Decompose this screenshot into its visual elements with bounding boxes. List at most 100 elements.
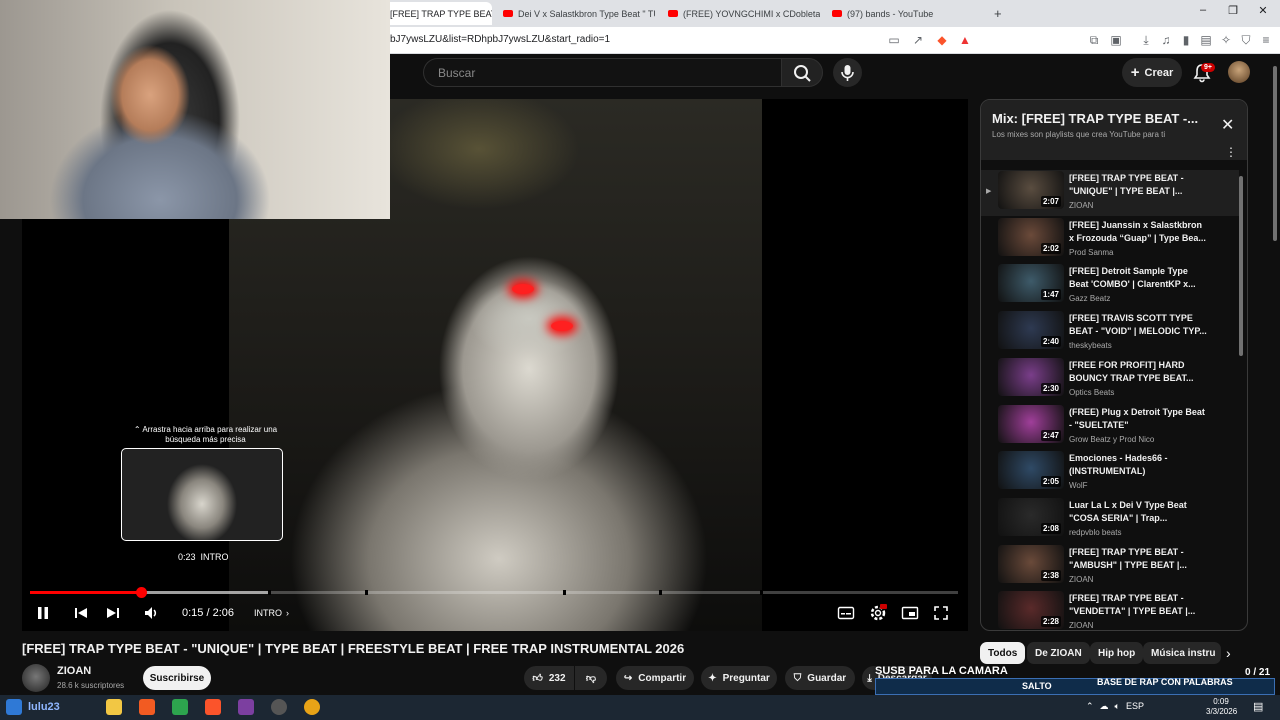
counter: 0 / 21 bbox=[1245, 667, 1271, 678]
create-button[interactable]: + Crear bbox=[1122, 58, 1182, 87]
next-icon[interactable] bbox=[105, 605, 121, 621]
close-window-button[interactable]: ✕ bbox=[1253, 4, 1273, 17]
fullscreen-icon[interactable] bbox=[933, 605, 949, 621]
music-icon[interactable]: ♫ bbox=[1158, 32, 1174, 48]
playlist-thumbnail[interactable]: 2:30 bbox=[998, 357, 1064, 396]
notifications-icon[interactable]: ▤ bbox=[1253, 700, 1263, 713]
playlist-item[interactable]: 2:40 [FREE] TRAVIS SCOTT TYPE BEAT - "VOI… bbox=[981, 310, 1239, 356]
playlist-item-title[interactable]: (FREE) Plug x Detroit Type Beat - "SUELT… bbox=[1069, 406, 1209, 432]
brave-shield-icon[interactable]: ◆ bbox=[934, 32, 950, 48]
volume-icon[interactable] bbox=[143, 605, 159, 621]
subtitles-icon[interactable] bbox=[837, 605, 855, 621]
voice-search-button[interactable] bbox=[833, 58, 862, 87]
file-explorer-icon[interactable] bbox=[106, 699, 122, 715]
vpn-icon[interactable]: ⛉ bbox=[1238, 32, 1254, 48]
volume-tray-icon[interactable]: 🔈︎ bbox=[1115, 701, 1120, 712]
lang-indicator[interactable]: ESP bbox=[1126, 701, 1144, 712]
windows-start-icon[interactable] bbox=[6, 699, 22, 715]
maximize-button[interactable]: ❐ bbox=[1223, 4, 1243, 17]
channel-name[interactable]: ZIOAN bbox=[57, 665, 91, 677]
minimize-button[interactable]: – bbox=[1193, 4, 1213, 16]
like-button[interactable]: 👍︎ 232 bbox=[524, 666, 574, 690]
playlist-item[interactable]: 2:47 (FREE) Plug x Detroit Type Beat - "S… bbox=[981, 404, 1239, 450]
menu-icon[interactable]: ≡ bbox=[1258, 32, 1274, 48]
tab-label: Dei V x Salastkbron Type Beat " TU S bbox=[518, 8, 655, 19]
avatar[interactable] bbox=[1228, 61, 1250, 83]
url-field[interactable]: bJ7ywsLZU&list=RDhpbJ7ywsLZU&start_radio… bbox=[390, 34, 610, 45]
playlist-thumbnail[interactable]: 2:07 bbox=[998, 171, 1064, 209]
search-button[interactable] bbox=[781, 58, 823, 87]
playlist-thumbnail[interactable]: 2:38 bbox=[998, 544, 1064, 583]
wallet2-icon[interactable]: ▤ bbox=[1198, 32, 1214, 48]
extensions-icon[interactable]: ⧉ bbox=[1086, 32, 1102, 48]
download-icon[interactable]: ⤓ bbox=[1138, 32, 1154, 48]
playlist-thumbnail[interactable]: 1:47 bbox=[998, 264, 1064, 303]
chip-musica[interactable]: Música instru bbox=[1143, 642, 1221, 664]
obs-icon[interactable] bbox=[271, 699, 287, 715]
dislike-button[interactable]: 👎︎ bbox=[575, 666, 607, 690]
settings-icon[interactable] bbox=[869, 604, 887, 622]
playlist-item[interactable]: 2:38 [FREE] TRAP TYPE BEAT - "AMBUSH" | T… bbox=[981, 544, 1239, 590]
playlist-item[interactable]: 2:08 Luar La L x Dei V Type Beat "COSA SE… bbox=[981, 497, 1239, 543]
wallet-icon[interactable]: ▣ bbox=[1108, 32, 1124, 48]
playlist-item-title[interactable]: [FREE] TRAVIS SCOTT TYPE BEAT - "VOID" |… bbox=[1069, 312, 1209, 338]
playlist-item[interactable]: 2:02 [FREE] Juanssin x Salastkbron x Froz… bbox=[981, 217, 1239, 263]
playlist-scrollbar[interactable] bbox=[1239, 176, 1243, 356]
clock[interactable]: 0:09 3/3/2026 bbox=[1206, 697, 1237, 717]
new-tab-button[interactable]: + bbox=[986, 2, 1006, 25]
miniplayer-icon[interactable] bbox=[901, 605, 919, 621]
brave-rewards-icon[interactable]: ▲ bbox=[957, 32, 973, 48]
leo-icon[interactable]: ✧ bbox=[1218, 32, 1234, 48]
playlist-title[interactable]: Mix: [FREE] TRAP TYPE BEAT -... bbox=[992, 111, 1198, 126]
app-orange-icon[interactable] bbox=[139, 699, 155, 715]
brave-browser-icon[interactable] bbox=[205, 699, 221, 715]
app-yellow-icon[interactable] bbox=[304, 699, 320, 715]
tab-bands[interactable]: (97) bands - YouTube bbox=[824, 2, 984, 25]
channel-avatar[interactable] bbox=[22, 664, 50, 692]
playlist-thumbnail[interactable]: 2:05 bbox=[998, 451, 1064, 490]
tab-dei-v[interactable]: Dei V x Salastkbron Type Beat " TU S bbox=[495, 2, 655, 25]
playlist-item-title[interactable]: Emociones - Hades66 - (INSTRUMENTAL) bbox=[1069, 452, 1209, 478]
playlist-item-title[interactable]: [FREE FOR PROFIT] HARD BOUNCY TRAP TYPE … bbox=[1069, 359, 1209, 385]
cast-icon[interactable]: ▭ bbox=[886, 32, 902, 48]
playlist-item[interactable]: 2:28 [FREE] TRAP TYPE BEAT - "VENDETTA" |… bbox=[981, 590, 1239, 630]
playlist-thumbnail[interactable]: 2:02 bbox=[998, 217, 1064, 256]
pause-icon[interactable] bbox=[36, 605, 50, 621]
save-button[interactable]: ⛉ Guardar bbox=[785, 666, 855, 690]
chip-todos[interactable]: Todos bbox=[980, 642, 1026, 664]
playlist-item-title[interactable]: [FREE] Juanssin x Salastkbron x Frozouda… bbox=[1069, 219, 1209, 245]
playlist-item-title[interactable]: [FREE] Detroit Sample Type Beat 'COMBO' … bbox=[1069, 265, 1209, 291]
playlist-item-title[interactable]: Luar La L x Dei V Type Beat "COSA SERIA"… bbox=[1069, 499, 1209, 525]
tab-current[interactable]: [FREE] TRAP TYPE BEAT - ✕ bbox=[382, 2, 492, 25]
playlist-item-title[interactable]: [FREE] TRAP TYPE BEAT - "UNIQUE" | TYPE … bbox=[1069, 172, 1209, 198]
playlist-item-title[interactable]: [FREE] TRAP TYPE BEAT - "AMBUSH" | TYPE … bbox=[1069, 546, 1209, 572]
share-icon[interactable]: ↗ bbox=[910, 32, 926, 48]
chip-de-zioan[interactable]: De ZIOAN bbox=[1027, 642, 1090, 664]
chevron-right-icon[interactable]: › bbox=[1226, 645, 1231, 661]
chevron-up-icon[interactable]: ⌃ bbox=[1086, 701, 1094, 712]
playlist-thumbnail[interactable]: 2:40 bbox=[998, 311, 1064, 350]
previous-icon[interactable] bbox=[73, 605, 89, 621]
close-icon[interactable]: ✕ bbox=[1221, 115, 1234, 135]
playlist-thumbnail[interactable]: 2:47 bbox=[998, 404, 1064, 443]
playlist-item[interactable]: 1:47 [FREE] Detroit Sample Type Beat 'COM… bbox=[981, 263, 1239, 309]
more-vert-icon[interactable]: ⋮ bbox=[1225, 145, 1237, 159]
network-icon[interactable]: ☁ bbox=[1100, 701, 1109, 712]
playlist-item[interactable]: 2:30 [FREE FOR PROFIT] HARD BOUNCY TRAP T… bbox=[981, 357, 1239, 403]
playlist-item[interactable]: 2:05 Emociones - Hades66 - (INSTRUMENTAL)… bbox=[981, 450, 1239, 496]
search-input[interactable]: Buscar bbox=[423, 58, 781, 87]
tab-yovngchimi[interactable]: (FREE) YOVNGCHIMI x CDobleta Typ bbox=[660, 2, 820, 25]
playlist-thumbnail[interactable]: 2:28 bbox=[998, 591, 1064, 630]
app-purple-icon[interactable] bbox=[238, 699, 254, 715]
store-icon[interactable] bbox=[172, 699, 188, 715]
playlist-item-title[interactable]: [FREE] TRAP TYPE BEAT - "VENDETTA" | TYP… bbox=[1069, 592, 1209, 618]
ask-button[interactable]: ✦ Preguntar bbox=[701, 666, 777, 690]
subscribe-button[interactable]: Suscribirse bbox=[143, 666, 211, 690]
sidebar-icon[interactable]: ▮ bbox=[1178, 32, 1194, 48]
page-scrollbar[interactable] bbox=[1273, 66, 1277, 241]
playlist-thumbnail[interactable]: 2:08 bbox=[998, 497, 1064, 536]
chapter-button[interactable]: INTRO › bbox=[254, 604, 289, 622]
share-button[interactable]: ↪ Compartir bbox=[616, 666, 694, 690]
chip-hip-hop[interactable]: Hip hop bbox=[1090, 642, 1144, 664]
playlist-item[interactable]: ▶ 2:07 [FREE] TRAP TYPE BEAT - "UNIQUE" | … bbox=[981, 170, 1239, 216]
